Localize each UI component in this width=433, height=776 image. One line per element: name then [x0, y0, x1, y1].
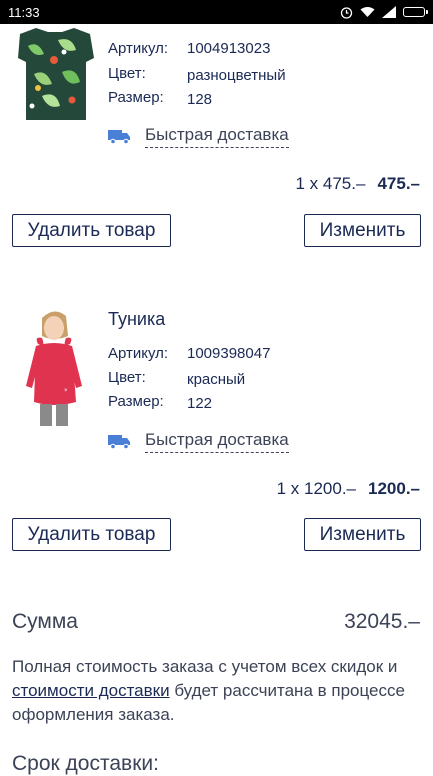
- truck-icon: [108, 129, 130, 144]
- alarm-icon: [340, 6, 353, 19]
- sum-label: Сумма: [12, 610, 78, 633]
- color-label: Цвет:: [108, 369, 146, 386]
- remove-item-button[interactable]: Удалить товар: [12, 214, 171, 247]
- delivery-label[interactable]: Быстрая доставка: [145, 430, 289, 453]
- delivery-time-heading: Срок доставки:: [12, 752, 159, 775]
- note-text-before: Полная стоимость заказа с учетом всех ск…: [12, 657, 398, 676]
- line-total: 1200.–: [368, 479, 420, 498]
- sum-value: 32045.–: [344, 610, 420, 633]
- status-bar: 11:33: [0, 0, 433, 24]
- delivery-cost-link[interactable]: стоимости доставки: [12, 681, 170, 700]
- price-row: 1 x 475.– 475.–: [296, 174, 421, 194]
- truck-icon: [108, 434, 130, 449]
- edit-item-button[interactable]: Изменить: [304, 214, 421, 247]
- color-value: разноцветный: [187, 67, 286, 84]
- order-note: Полная стоимость заказа с учетом всех ск…: [12, 655, 422, 727]
- qty-price: 1 x 1200.–: [276, 479, 356, 498]
- size-label: Размер:: [108, 89, 164, 106]
- signal-icon: [382, 6, 396, 18]
- wifi-icon: [360, 7, 375, 17]
- remove-item-button[interactable]: Удалить товар: [12, 518, 171, 551]
- sku-label: Артикул:: [108, 345, 169, 362]
- sku-label: Артикул:: [108, 40, 169, 57]
- size-value: 128: [187, 91, 213, 108]
- qty-price: 1 x 475.–: [295, 174, 366, 193]
- delivery-option[interactable]: Быстрая доставка: [108, 125, 289, 148]
- delivery-option[interactable]: Быстрая доставка: [108, 430, 289, 453]
- product-title[interactable]: Туника: [108, 309, 165, 330]
- battery-icon: [403, 7, 428, 17]
- product-image[interactable]: ×: [14, 306, 96, 430]
- price-row: 1 x 1200.– 1200.–: [277, 479, 420, 499]
- size-label: Размер:: [108, 393, 164, 410]
- delivery-label[interactable]: Быстрая доставка: [145, 125, 289, 148]
- sku-value: 1009398047: [187, 345, 271, 362]
- svg-text:×: ×: [64, 388, 68, 394]
- edit-item-button[interactable]: Изменить: [304, 518, 421, 551]
- status-time: 11:33: [8, 4, 40, 20]
- product-image[interactable]: [14, 24, 96, 120]
- color-label: Цвет:: [108, 65, 146, 82]
- sku-value: 1004913023: [187, 40, 271, 57]
- color-value: красный: [187, 371, 246, 388]
- size-value: 122: [187, 395, 213, 412]
- line-total: 475.–: [377, 174, 420, 193]
